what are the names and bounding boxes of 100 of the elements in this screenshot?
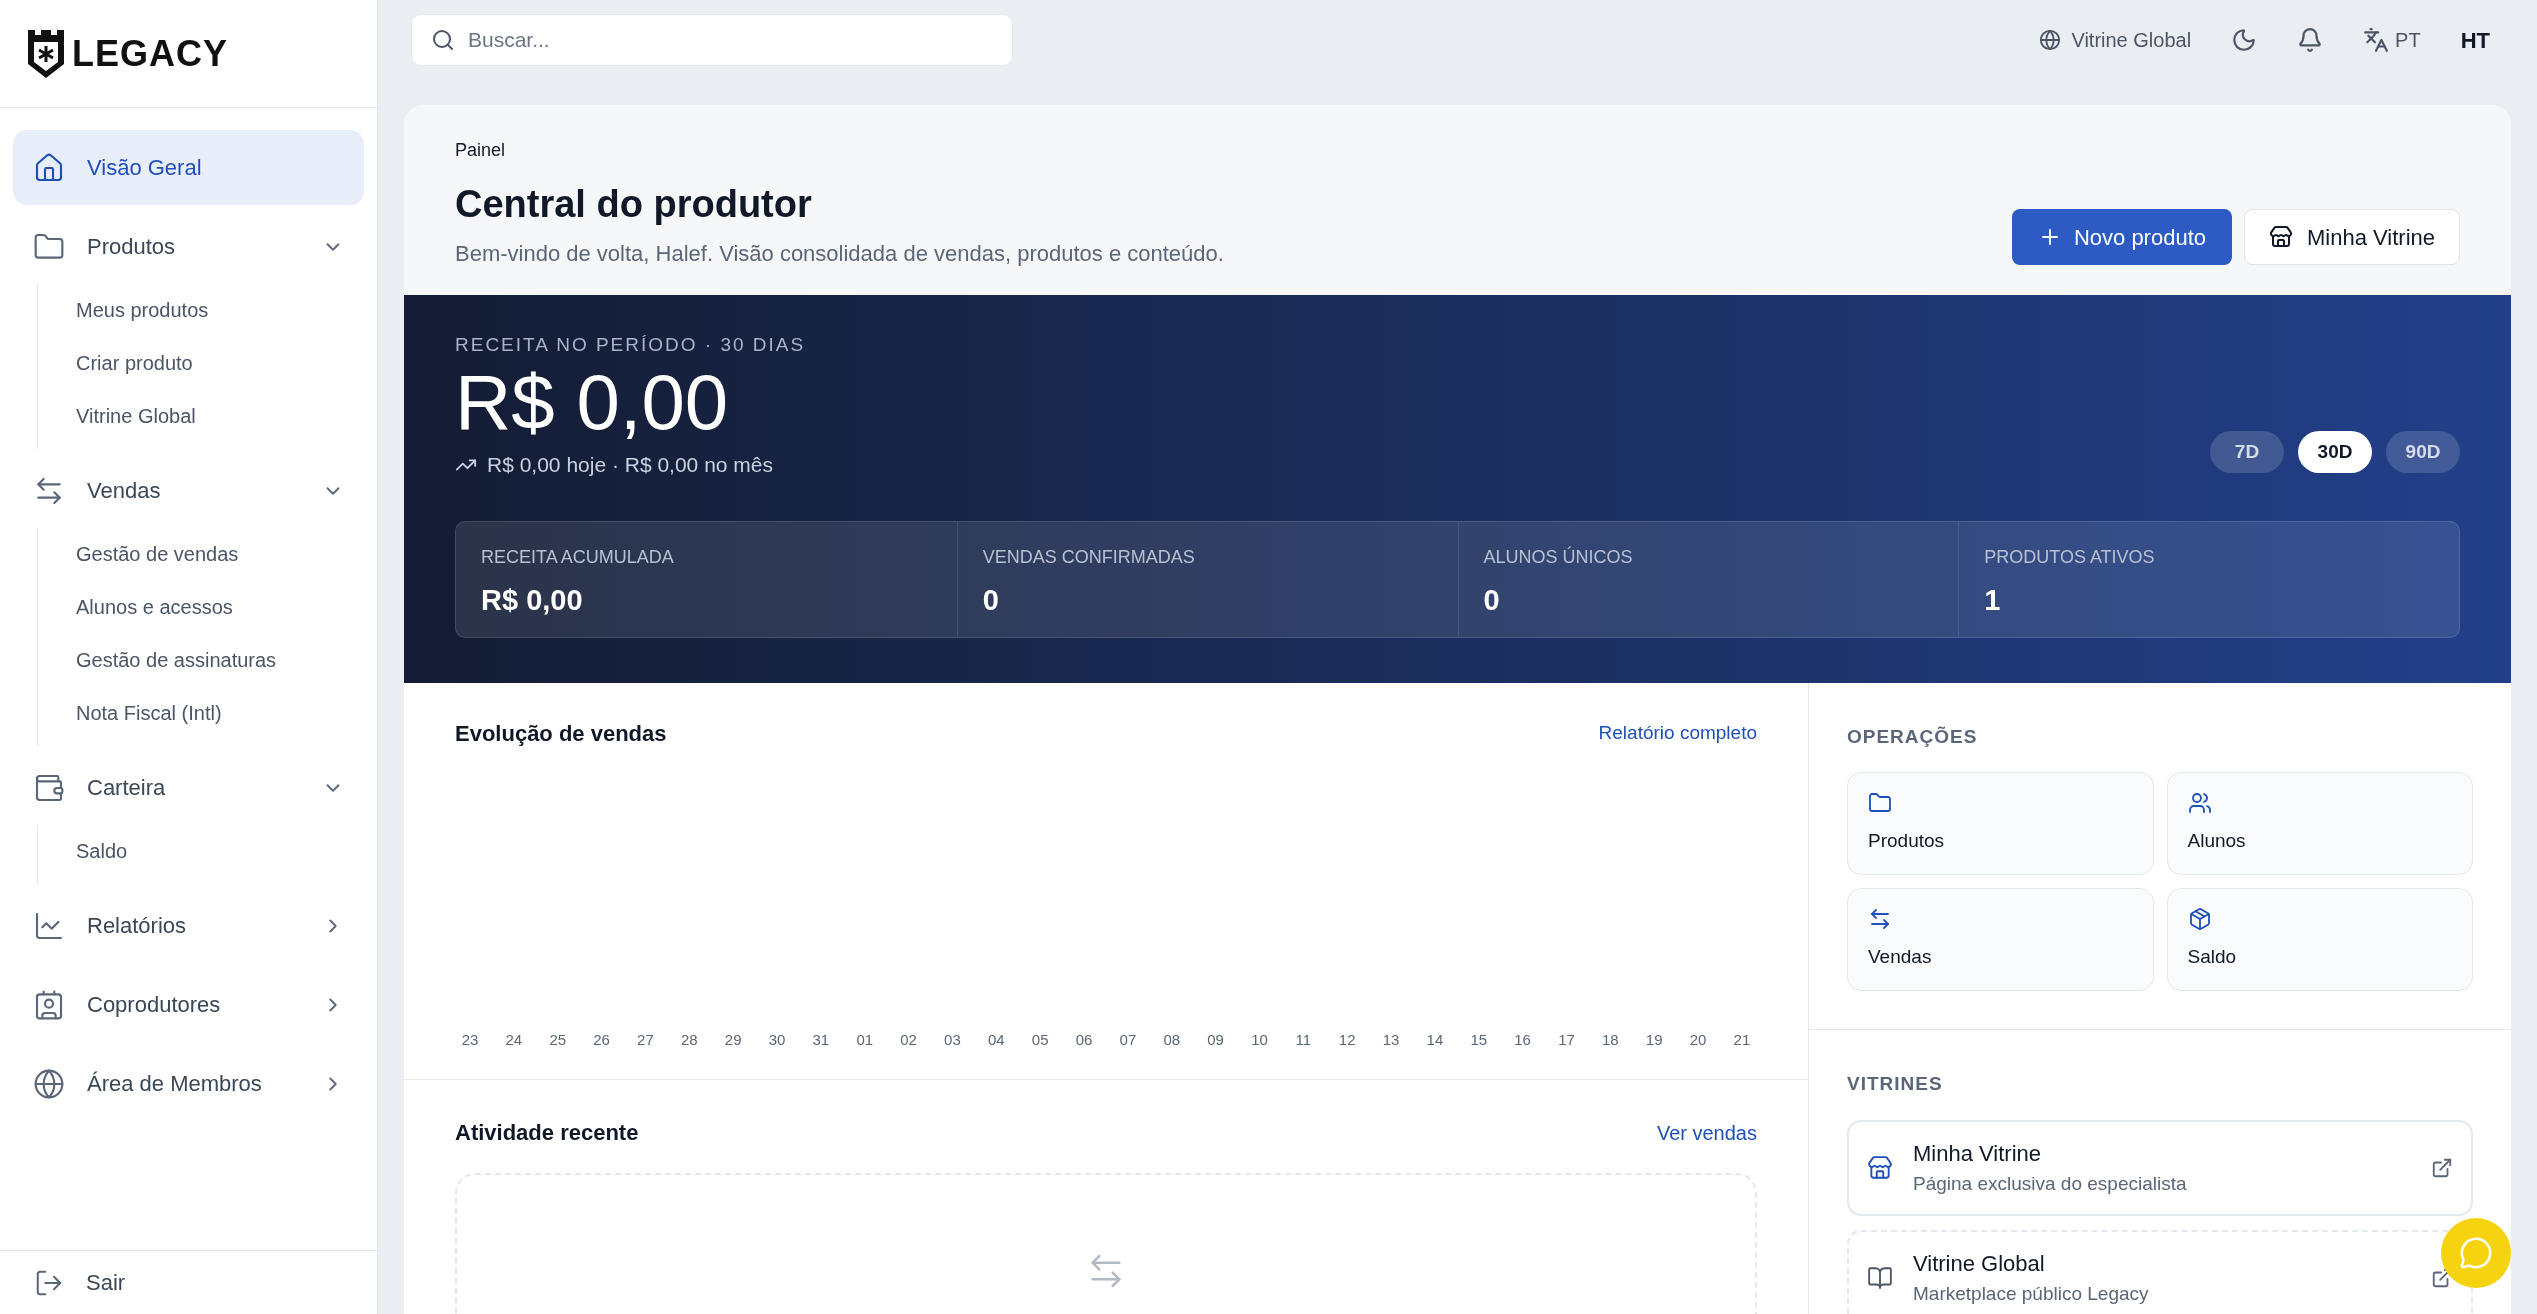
chat-icon <box>2459 1236 2493 1270</box>
globe-icon <box>33 1067 65 1100</box>
revenue-label: RECEITA NO PERÍODO · 30 DIAS <box>455 333 807 357</box>
axis-label: 11 <box>1294 1029 1313 1050</box>
revenue-trend: R$ 0,00 hoje · R$ 0,00 no mês <box>487 452 773 479</box>
sidebar-subitem[interactable]: Saldo <box>38 825 364 878</box>
axis-label: 15 <box>1469 1029 1489 1050</box>
axis-label: 10 <box>1250 1029 1269 1050</box>
translate-icon <box>2363 27 2390 53</box>
home-icon <box>33 151 65 184</box>
stat-label: ALUNOS ÚNICOS <box>1483 545 1634 569</box>
sidebar-item[interactable]: Carteira <box>13 750 364 825</box>
sidebar-item[interactable]: Visão Geral <box>13 130 364 205</box>
shield-logo-icon <box>26 27 66 80</box>
sidebar-subitem[interactable]: Alunos e acessos <box>38 581 364 634</box>
stat-value: 0 <box>982 582 1000 618</box>
axis-label: 06 <box>1074 1029 1094 1050</box>
axis-label: 04 <box>986 1029 1006 1050</box>
sidebar-subitem[interactable]: Criar produto <box>38 337 364 390</box>
period-tab[interactable]: 90D <box>2386 430 2460 473</box>
globe-icon <box>2039 29 2062 51</box>
stat-label: PRODUTOS ATIVOS <box>1984 545 2156 569</box>
storefront-title: Minha Vitrine <box>1913 1140 2042 1169</box>
axis-label: 07 <box>1118 1029 1138 1050</box>
sidebar-subitem[interactable]: Gestão de vendas <box>38 528 364 581</box>
revenue-amount: R$ 0,00 <box>455 359 730 446</box>
axis-label: 16 <box>1513 1029 1532 1050</box>
stat-value: R$ 0,00 <box>481 582 584 618</box>
user-initials[interactable]: HT <box>2460 23 2504 57</box>
period-tab[interactable]: 7D <box>2210 430 2284 473</box>
axis-label: 05 <box>1030 1029 1050 1050</box>
storefront-title: Vitrine Global <box>1913 1250 2046 1279</box>
theme-toggle-icon[interactable] <box>2231 27 2258 53</box>
sidebar-subitem[interactable]: Nota Fiscal (Intl) <box>38 687 364 740</box>
sidebar-item[interactable]: Vendas <box>13 453 364 528</box>
sidebar-subitem[interactable]: Meus produtos <box>38 284 364 337</box>
axis-label: 12 <box>1337 1029 1357 1050</box>
search-icon <box>431 28 455 52</box>
sidebar-item[interactable]: Coprodutores <box>13 967 364 1042</box>
sidebar-item[interactable]: Área de Membros <box>13 1046 364 1121</box>
period-tab[interactable]: 30D <box>2298 430 2372 473</box>
logo-text: LEGACY <box>72 31 228 76</box>
operation-tile[interactable]: Alunos <box>2166 771 2473 875</box>
language-button[interactable]: PT <box>2363 25 2421 55</box>
axis-label: 27 <box>636 1029 655 1050</box>
full-report-link[interactable]: Relatório completo <box>1598 719 1757 748</box>
axis-label: 17 <box>1557 1029 1576 1050</box>
stat-value: 1 <box>1984 582 2002 618</box>
new-product-button[interactable]: Novo produto <box>2011 209 2232 265</box>
axis-label: 29 <box>723 1029 743 1050</box>
stat-label: VENDAS CONFIRMADAS <box>982 545 1196 569</box>
breadcrumb: Painel <box>455 139 507 162</box>
store-icon <box>2269 225 2293 249</box>
storefront-card[interactable]: Minha Vitrine Página exclusiva do especialista <box>1847 1120 2473 1216</box>
logout-button[interactable]: Sair <box>0 1266 160 1299</box>
sidebar-item[interactable]: Relatórios <box>13 888 364 963</box>
chart-title: Evolução de vendas <box>455 720 667 748</box>
axis-label: 23 <box>460 1029 480 1050</box>
operation-tile[interactable]: Produtos <box>1847 771 2154 875</box>
section-heading: OPERAÇÕES <box>1847 725 1979 749</box>
axis-label: 20 <box>1688 1029 1708 1050</box>
folder-icon <box>1868 790 1892 815</box>
sidebar-item[interactable]: Produtos <box>13 209 364 284</box>
external-link-icon <box>2431 1157 2453 1179</box>
axis-label: 24 <box>504 1029 524 1050</box>
axis-label: 25 <box>548 1029 568 1050</box>
stat-label: RECEITA ACUMULADA <box>481 545 675 569</box>
axis-label: 02 <box>899 1029 918 1050</box>
axis-label: 26 <box>592 1029 611 1050</box>
book-icon <box>1867 1265 1893 1291</box>
search-field[interactable]: Buscar... <box>411 14 1013 66</box>
sidebar-subitem[interactable]: Vitrine Global <box>38 390 364 443</box>
axis-label: 21 <box>1732 1029 1752 1050</box>
package-icon <box>2187 906 2212 931</box>
section-title: Atividade recente <box>455 1119 639 1147</box>
store-icon <box>1867 1155 1893 1181</box>
storefront-button[interactable]: Minha Vitrine <box>2244 209 2460 265</box>
stat-value: 0 <box>1483 582 1501 618</box>
axis-label: 09 <box>1206 1029 1225 1050</box>
axis-label: 13 <box>1381 1029 1401 1050</box>
section-heading: VITRINES <box>1847 1071 1944 1096</box>
page-subtitle: Bem-vindo de volta, Halef. Visão consolidada de vendas, produtos e conteúdo. <box>455 240 1225 268</box>
axis-label: 31 <box>811 1029 831 1050</box>
axis-label: 01 <box>855 1029 875 1050</box>
arrows-icon <box>1868 906 1892 931</box>
notifications-icon[interactable] <box>2297 27 2324 53</box>
storefront-link[interactable]: Vitrine Global <box>2039 25 2192 55</box>
axis-label: 14 <box>1425 1029 1445 1050</box>
axis-label: 30 <box>767 1029 787 1050</box>
axis-label: 18 <box>1601 1029 1620 1050</box>
axis-label: 03 <box>943 1029 962 1050</box>
sidebar-subitem[interactable]: Gestão de assinaturas <box>38 634 364 687</box>
axis-label: 28 <box>679 1029 699 1050</box>
sales-link[interactable]: Ver vendas <box>1656 1117 1757 1148</box>
operation-tile[interactable]: Vendas <box>1847 887 2154 991</box>
axis-label: 08 <box>1162 1029 1182 1050</box>
operation-tile[interactable]: Saldo <box>2166 887 2473 991</box>
contact-icon <box>33 988 65 1021</box>
storefront-subtitle: Página exclusiva do especialista <box>1913 1172 2188 1197</box>
users-icon <box>2187 790 2212 815</box>
